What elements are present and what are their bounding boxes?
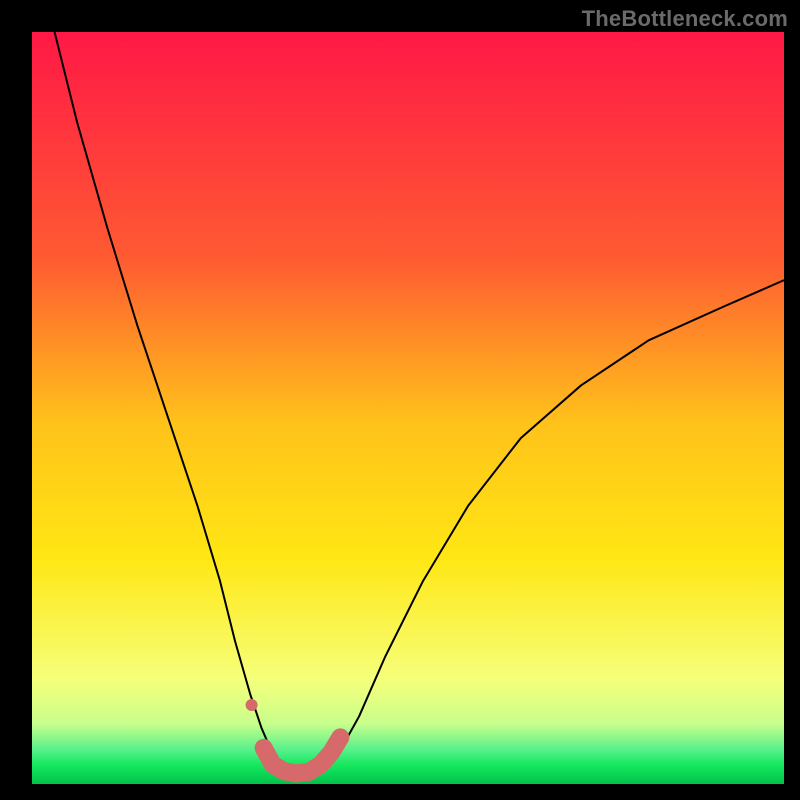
series-curve	[55, 32, 784, 775]
chart-frame: TheBottleneck.com	[0, 0, 800, 800]
curve-layer	[0, 0, 800, 800]
watermark-text: TheBottleneck.com	[582, 6, 788, 32]
series-marker-band	[264, 737, 341, 773]
point-marker-dot-0	[246, 699, 258, 711]
